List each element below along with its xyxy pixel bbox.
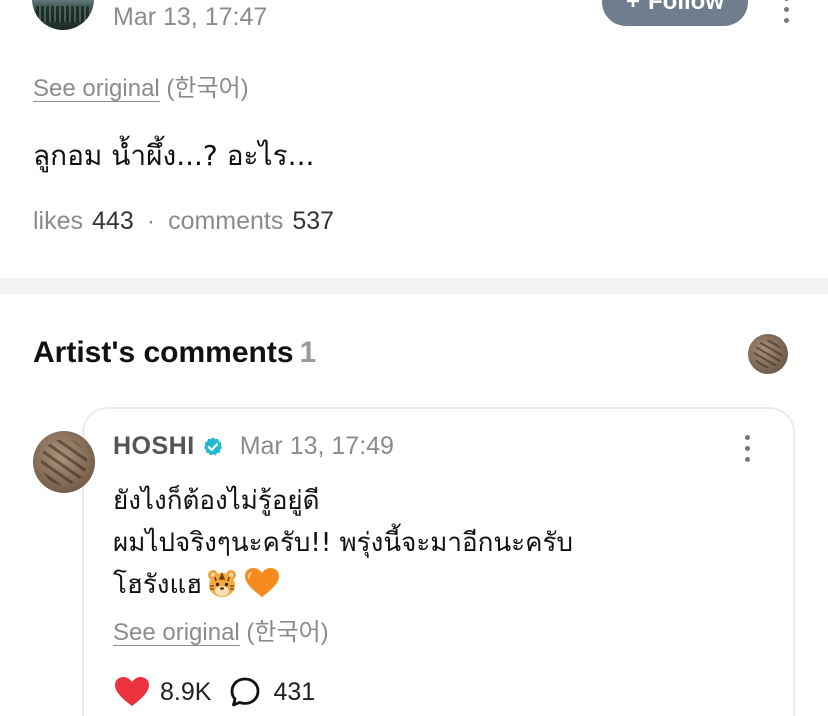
comment-author-avatar[interactable]: [33, 431, 95, 493]
comment-line: ยังไงก็ต้องไม่รู้อยู่ดี: [113, 486, 320, 516]
artist-comments-title: Artist's comments 1: [33, 336, 316, 370]
follow-button[interactable]: + Follow: [602, 0, 748, 26]
original-language: (한국어): [166, 75, 249, 102]
comment-more-options-icon[interactable]: [745, 435, 750, 462]
post-stats: likes 443 · comments 537: [33, 207, 334, 236]
artist-comments-label: Artist's comments: [33, 336, 294, 369]
tiger-emoji: [208, 570, 237, 597]
post-text: ลูกอม น้ำผึ้ง...? อะไร...: [33, 139, 315, 172]
plus-icon: +: [626, 0, 641, 15]
comment-line: โฮรังแฮ: [113, 570, 203, 600]
artist-comments-count: 1: [299, 336, 317, 369]
stats-separator: ·: [146, 207, 156, 235]
artist-avatar-small[interactable]: [748, 334, 788, 374]
comments-label[interactable]: comments: [168, 207, 283, 236]
comment-likes-count: 8.9K: [160, 677, 212, 706]
comment-see-original: See original (한국어): [113, 612, 329, 647]
orange-heart-emoji: [245, 568, 280, 597]
comment-line-with-emoji: โฮรังแฮ: [113, 564, 573, 606]
likes-count: 443: [92, 207, 134, 235]
heart-icon[interactable]: [114, 676, 150, 708]
comment-actions: 8.9K 431: [114, 676, 315, 708]
comments-count[interactable]: 537: [292, 207, 334, 236]
section-divider: [0, 278, 828, 294]
comment-bubble-icon[interactable]: [229, 676, 261, 708]
comment-line: ผมไปจริงๆนะครับ!! พรุ่งนี้จะมาอีกนะครับ: [113, 528, 573, 558]
post-see-original: See original (한국어): [33, 68, 249, 103]
verified-icon: [203, 436, 222, 455]
comment-body: ยังไงก็ต้องไม่รู้อยู่ดี ผมไปจริงๆนะครับ!…: [113, 480, 573, 606]
post-more-options-icon[interactable]: [784, 0, 789, 23]
original-language: (한국어): [246, 619, 329, 646]
comment-header: HOSHI Mar 13, 17:49: [113, 432, 394, 461]
post-date: Mar 13, 17:47: [113, 3, 268, 31]
see-original-link[interactable]: See original: [33, 75, 160, 102]
likes-label: likes: [33, 207, 84, 235]
post-author-avatar[interactable]: [32, 0, 94, 30]
comment-author-name[interactable]: HOSHI: [113, 432, 195, 461]
comment-replies-count: 431: [273, 677, 316, 706]
follow-label: Follow: [648, 0, 724, 15]
comment-date: Mar 13, 17:49: [239, 432, 394, 460]
see-original-link[interactable]: See original: [113, 619, 240, 646]
